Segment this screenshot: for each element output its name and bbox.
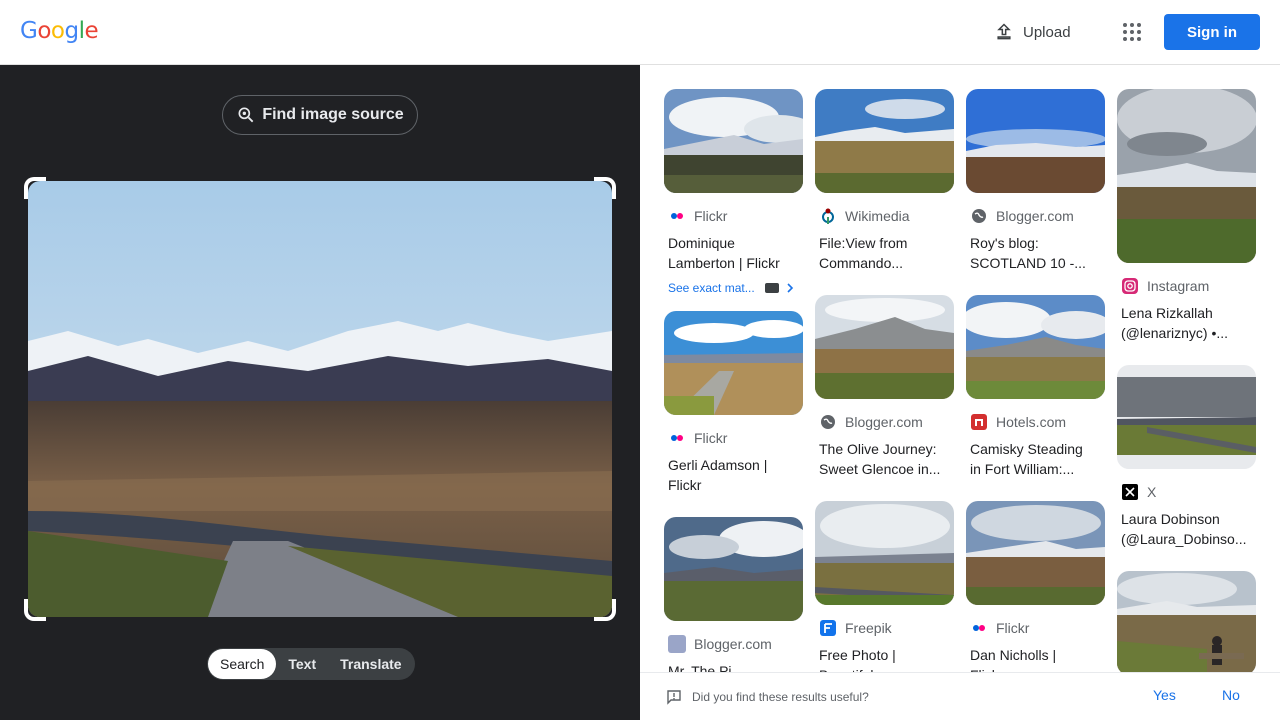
crop-selection[interactable] [24,177,616,621]
result-thumbnail[interactable] [1117,89,1256,263]
apps-grid-icon [1123,23,1141,41]
result-source: Freepik [815,619,954,637]
result-thumbnail[interactable] [815,295,954,399]
result-source: Flickr [664,207,803,225]
result-thumbnail[interactable] [1117,365,1256,469]
result-card[interactable]: Flickr Dominique Lamberton | Flickr See e… [664,89,803,295]
flickr-icon [668,207,686,225]
result-title[interactable]: Gerli Adamson | Flickr [664,455,803,495]
google-logo[interactable]: Google [20,18,99,44]
result-source: Flickr [966,619,1105,637]
feedback-question: Did you find these results useful? [692,689,869,704]
upload-button[interactable]: Upload [982,14,1083,50]
result-source: Wikimedia [815,207,954,225]
result-title[interactable]: File:View from Commando... [815,233,954,273]
result-thumbnail[interactable] [966,89,1105,193]
result-source: Blogger.com [815,413,954,431]
feedback-no-button[interactable]: No [1222,687,1240,703]
result-thumbnail[interactable] [815,501,954,605]
result-title[interactable]: Laura Dobinson (@Laura_Dobinso... [1117,509,1256,549]
feedback-bar: Did you find these results useful? Yes N… [640,672,1280,720]
result-thumbnail[interactable] [664,89,803,193]
tab-search[interactable]: Search [208,649,277,679]
result-title[interactable]: Lena Rizkallah (@lenariznyc) •... [1117,303,1256,343]
result-source: Flickr [664,429,803,447]
result-card[interactable]: Blogger.com Mr. The Pi... [664,517,803,681]
result-card[interactable]: Instagram Lena Rizkallah (@lenariznyc) •.… [1117,89,1256,343]
flickr-icon [668,429,686,447]
find-image-source-button[interactable]: Find image source [222,95,418,135]
crop-handle-top-left[interactable] [24,177,46,199]
freepik-icon [819,619,837,637]
mode-switcher: Search Text Translate [207,648,415,680]
result-card[interactable]: Hotels.com Camisky Steading in Fort Willi… [966,295,1105,479]
tab-text[interactable]: Text [276,649,328,679]
result-source: Blogger.com [966,207,1105,225]
query-image [28,181,612,617]
result-thumbnail[interactable] [966,295,1105,399]
results-column-1: Flickr Dominique Lamberton | Flickr See e… [664,89,803,697]
result-title[interactable]: Camisky Steading in Fort William:... [966,439,1105,479]
instagram-icon [1121,277,1139,295]
feedback-yes-button[interactable]: Yes [1153,687,1176,703]
blogger-photo-icon [668,635,686,653]
image-preview-panel: Find image source Search Text Translate [0,65,640,720]
sign-in-button[interactable]: Sign in [1164,14,1260,50]
lens-search-icon [238,107,254,123]
result-card[interactable]: Flickr Dan Nicholls |Flickr [966,501,1105,685]
feedback-icon [667,689,681,705]
result-card[interactable]: X Laura Dobinson (@Laura_Dobinso... [1117,365,1256,549]
result-card[interactable]: Flickr Gerli Adamson | Flickr [664,311,803,495]
crop-handle-bottom-right[interactable] [594,599,616,621]
results-column-2: Wikimedia File:View from Commando... Blog… [815,89,954,701]
result-title[interactable]: Dominique Lamberton | Flickr [664,233,803,273]
result-thumbnail[interactable] [966,501,1105,605]
upload-icon [997,23,1011,40]
header: Google Upload Sign in [0,0,1280,65]
result-source: X [1117,483,1256,501]
crop-handle-top-right[interactable] [594,177,616,199]
result-card[interactable]: Blogger.com Roy's blog: SCOTLAND 10 -... [966,89,1105,273]
result-card[interactable] [1117,571,1256,675]
globe-icon [819,413,837,431]
result-source: Instagram [1117,277,1256,295]
flickr-icon [970,619,988,637]
result-thumbnail[interactable] [1117,571,1256,675]
hotels-icon [970,413,988,431]
results-panel: Flickr Dominique Lamberton | Flickr See e… [640,65,1280,720]
result-source: Hotels.com [966,413,1105,431]
x-icon [1121,483,1139,501]
wikimedia-icon [819,207,837,225]
result-card[interactable]: Blogger.com The Olive Journey: Sweet Glen… [815,295,954,479]
result-thumbnail[interactable] [664,311,803,415]
results-column-3: Blogger.com Roy's blog: SCOTLAND 10 -... … [966,89,1105,701]
camera-icon [764,283,779,293]
globe-icon [970,207,988,225]
result-card[interactable]: Freepik Free Photo |Beautiful... [815,501,954,685]
upload-label: Upload [1023,23,1071,41]
tab-translate[interactable]: Translate [328,649,413,679]
crop-handle-bottom-left[interactable] [24,599,46,621]
result-source: Blogger.com [664,635,803,653]
result-card[interactable]: Wikimedia File:View from Commando... [815,89,954,273]
find-image-source-label: Find image source [262,106,404,123]
result-title[interactable]: The Olive Journey: Sweet Glencoe in... [815,439,954,479]
result-thumbnail[interactable] [664,517,803,621]
result-thumbnail[interactable] [815,89,954,193]
apps-button[interactable] [1114,14,1150,50]
see-exact-matches-link[interactable]: See exact mat... [664,281,803,295]
result-title[interactable]: Roy's blog: SCOTLAND 10 -... [966,233,1105,273]
chevron-right-icon [787,283,793,293]
results-column-4: Instagram Lena Rizkallah (@lenariznyc) •.… [1117,89,1256,691]
